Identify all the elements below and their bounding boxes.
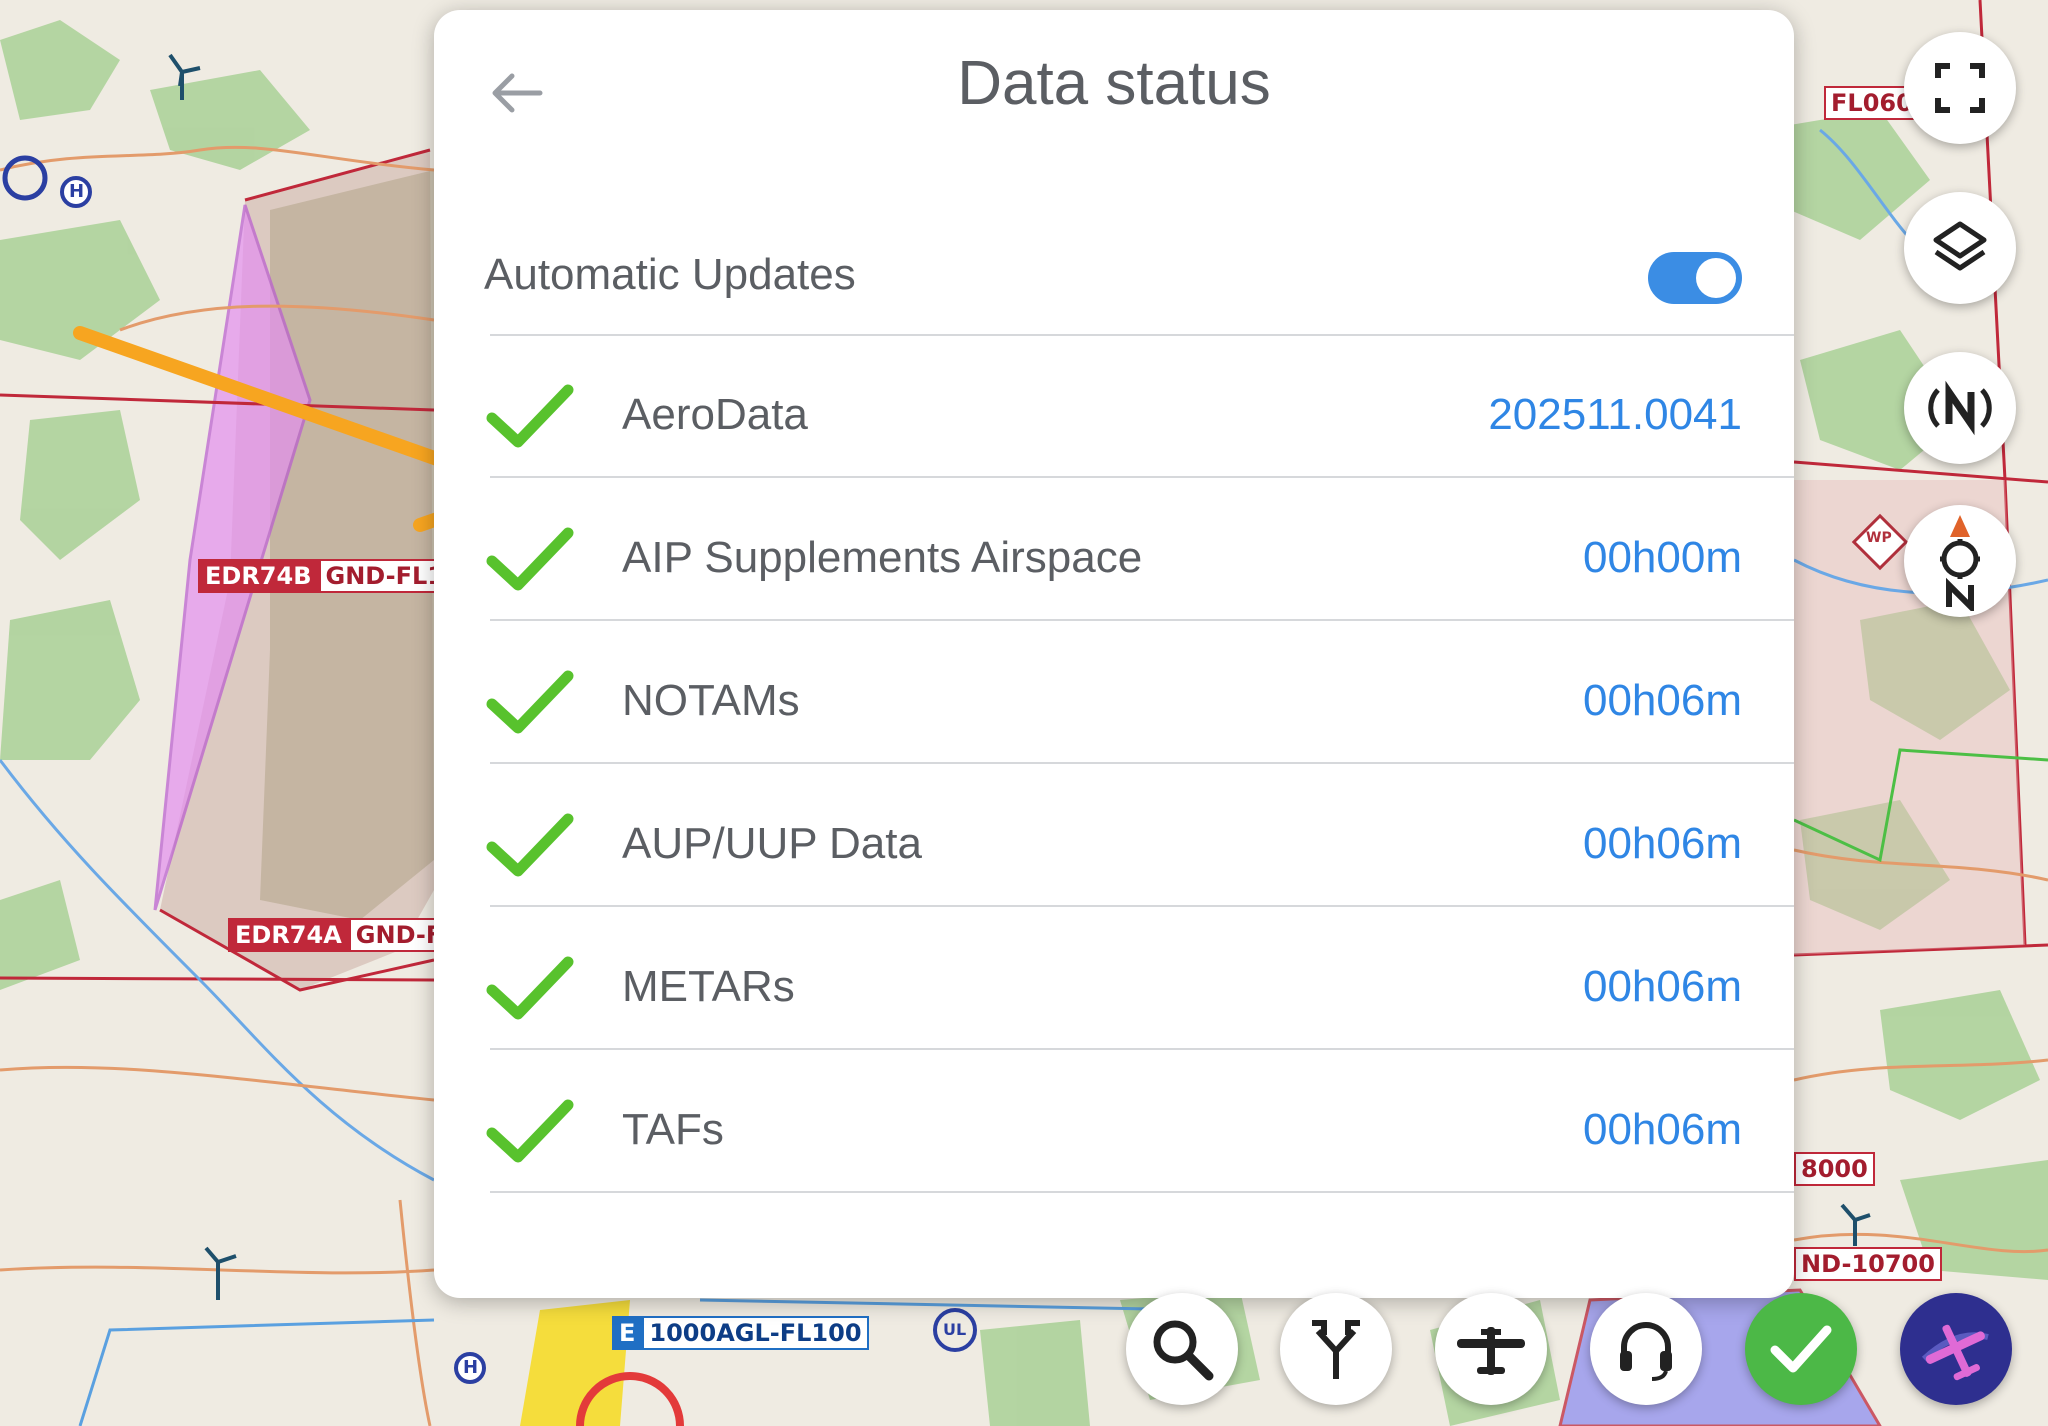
data-status-panel: Data status Automatic Updates AeroData 2… — [434, 10, 1794, 1298]
status-item-name: AUP/UUP Data — [622, 819, 922, 868]
aircraft-profile-button[interactable] — [1900, 1293, 2012, 1405]
checkmark-icon — [486, 813, 574, 877]
automatic-updates-label: Automatic Updates — [484, 250, 856, 299]
status-item-value: 00h00m — [1582, 533, 1742, 582]
status-item-value: 00h06m — [1582, 819, 1742, 868]
north-up-button[interactable] — [1904, 352, 2016, 464]
status-item-value: 00h06m — [1582, 676, 1742, 725]
headset-icon — [1620, 1322, 1672, 1381]
status-row-tafs[interactable]: TAFs 00h06m — [434, 1061, 1794, 1203]
checkmark-icon — [486, 956, 574, 1020]
toggle-knob — [1696, 258, 1736, 298]
status-item-name: TAFs — [622, 1105, 724, 1154]
divider — [490, 334, 1794, 336]
checkmark-icon — [486, 670, 574, 734]
status-row-aup-uup[interactable]: AUP/UUP Data 00h06m — [434, 775, 1794, 917]
airspace-label-nd10700[interactable]: ND-10700 — [1794, 1247, 1942, 1281]
fullscreen-icon — [1935, 63, 1985, 113]
heliport-label: H — [463, 1357, 479, 1378]
layers-button[interactable] — [1904, 192, 2016, 304]
divider — [490, 619, 1794, 621]
airspace-label-8000[interactable]: 8000 — [1794, 1152, 1875, 1186]
compass-icon — [1940, 515, 1980, 611]
divider — [490, 1191, 1794, 1193]
airspace-altitude: 8000 — [1794, 1152, 1875, 1186]
status-item-name: AeroData — [622, 390, 808, 439]
automatic-updates-toggle[interactable] — [1648, 252, 1742, 304]
status-row-aerodata[interactable]: AeroData 202511.0041 — [434, 346, 1794, 488]
airplane-icon — [1457, 1327, 1525, 1375]
airspace-altitude: 1000AGL-FL100 — [642, 1316, 869, 1350]
airspace-altitude: ND-10700 — [1794, 1247, 1942, 1281]
checkmark-icon — [486, 1099, 574, 1163]
layers-icon — [1933, 221, 1987, 271]
status-item-value: 202511.0041 — [1488, 390, 1742, 439]
confirm-button[interactable] — [1745, 1293, 1857, 1405]
compass-button[interactable] — [1904, 505, 2016, 617]
aircraft-profile-icon — [1921, 1324, 1989, 1381]
route-split-icon — [1312, 1320, 1360, 1379]
status-row-metars[interactable]: METARs 00h06m — [434, 918, 1794, 1060]
airspace-label-class-e[interactable]: E 1000AGL-FL100 — [612, 1316, 869, 1350]
headset-button[interactable] — [1590, 1293, 1702, 1405]
status-item-value: 00h06m — [1582, 1105, 1742, 1154]
airspace-code: EDR74B — [198, 559, 319, 593]
automatic-updates-row: Automatic Updates — [434, 210, 1794, 340]
status-item-name: NOTAMs — [622, 676, 800, 725]
search-button[interactable] — [1126, 1293, 1238, 1405]
north-up-icon — [1928, 380, 1992, 436]
status-row-aip-supplements[interactable]: AIP Supplements Airspace 00h00m — [434, 489, 1794, 631]
ulm-field-label: UL — [943, 1320, 967, 1339]
waypoint-wp-label: WP — [1866, 530, 1892, 546]
status-item-name: METARs — [622, 962, 795, 1011]
route-button[interactable] — [1280, 1293, 1392, 1405]
divider — [490, 762, 1794, 764]
heliport-label: H — [69, 181, 85, 202]
airspace-class: E — [612, 1316, 643, 1350]
divider — [490, 476, 1794, 478]
divider — [490, 1048, 1794, 1050]
checkmark-icon — [486, 527, 574, 591]
aircraft-button[interactable] — [1435, 1293, 1547, 1405]
status-item-name: AIP Supplements Airspace — [622, 533, 1143, 582]
divider — [490, 905, 1794, 907]
search-icon — [1153, 1320, 1214, 1381]
status-row-notams[interactable]: NOTAMs 00h06m — [434, 632, 1794, 774]
checkmark-icon — [1770, 1325, 1832, 1373]
airspace-code: EDR74A — [228, 918, 349, 952]
checkmark-icon — [486, 384, 574, 448]
status-item-value: 00h06m — [1582, 962, 1742, 1011]
page-title: Data status — [957, 49, 1271, 118]
fullscreen-button[interactable] — [1904, 32, 2016, 144]
